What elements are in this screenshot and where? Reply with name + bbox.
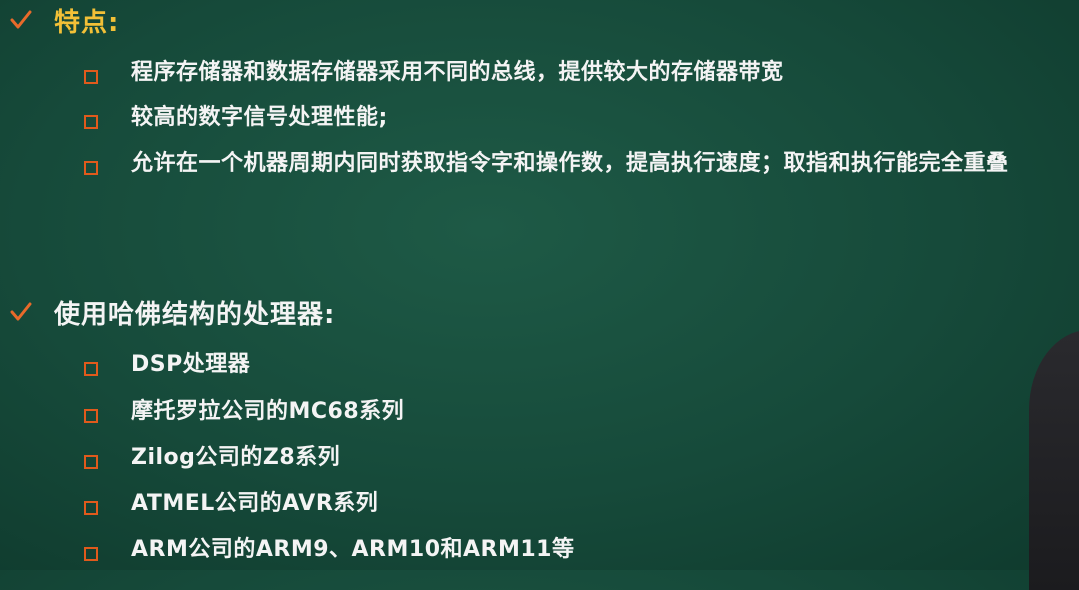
list-item-text: ARM公司的ARM9、ARM10和ARM11等: [131, 537, 575, 562]
list-item: Zilog公司的Z8系列: [84, 445, 340, 480]
hollow-square-bullet-icon: [84, 362, 98, 376]
list-item: 较高的数字信号处理性能;: [84, 105, 388, 140]
hollow-square-bullet-icon: [84, 547, 98, 561]
list-item-text: ATMEL公司的AVR系列: [131, 491, 379, 516]
hollow-square-bullet-icon: [84, 455, 98, 469]
list-item-text: 摩托罗拉公司的MC68系列: [131, 399, 405, 424]
hollow-square-bullet-icon: [84, 409, 98, 423]
hollow-square-bullet-icon: [84, 115, 98, 129]
list-item-text: 较高的数字信号处理性能;: [131, 105, 388, 130]
presenter-silhouette: [1029, 330, 1079, 590]
list-item: 摩托罗拉公司的MC68系列: [84, 399, 404, 434]
hollow-square-bullet-icon: [84, 161, 98, 175]
list-item-text: DSP处理器: [131, 352, 251, 377]
features-title: 特点:: [54, 7, 120, 38]
list-item-text: Zilog公司的Z8系列: [131, 445, 341, 470]
list-item: DSP处理器: [84, 352, 250, 387]
list-item: ARM公司的ARM9、ARM10和ARM11等: [84, 537, 574, 572]
list-item-text: 程序存储器和数据存储器采用不同的总线，提供较大的存储器带宽: [131, 60, 784, 85]
hollow-square-bullet-icon: [84, 501, 98, 515]
list-item: 允许在一个机器周期内同时获取指令字和操作数，提高执行速度；取指和执行能完全重叠: [84, 151, 1076, 186]
hollow-square-bullet-icon: [84, 70, 98, 84]
check-mark-icon: [10, 302, 32, 321]
processors-title: 使用哈佛结构的处理器:: [54, 299, 336, 330]
features-heading: 特点:: [8, 2, 119, 38]
check-mark-icon: [10, 10, 32, 29]
list-item: 程序存储器和数据存储器采用不同的总线，提供较大的存储器带宽: [84, 60, 784, 95]
list-item: ATMEL公司的AVR系列: [84, 491, 378, 526]
processors-heading: 使用哈佛结构的处理器:: [8, 294, 335, 330]
list-item-text: 允许在一个机器周期内同时获取指令字和操作数，提高执行速度；取指和执行能完全重叠: [131, 151, 1009, 176]
slide: 特点: 程序存储器和数据存储器采用不同的总线，提供较大的存储器带宽 较高的数字信…: [0, 0, 1079, 590]
